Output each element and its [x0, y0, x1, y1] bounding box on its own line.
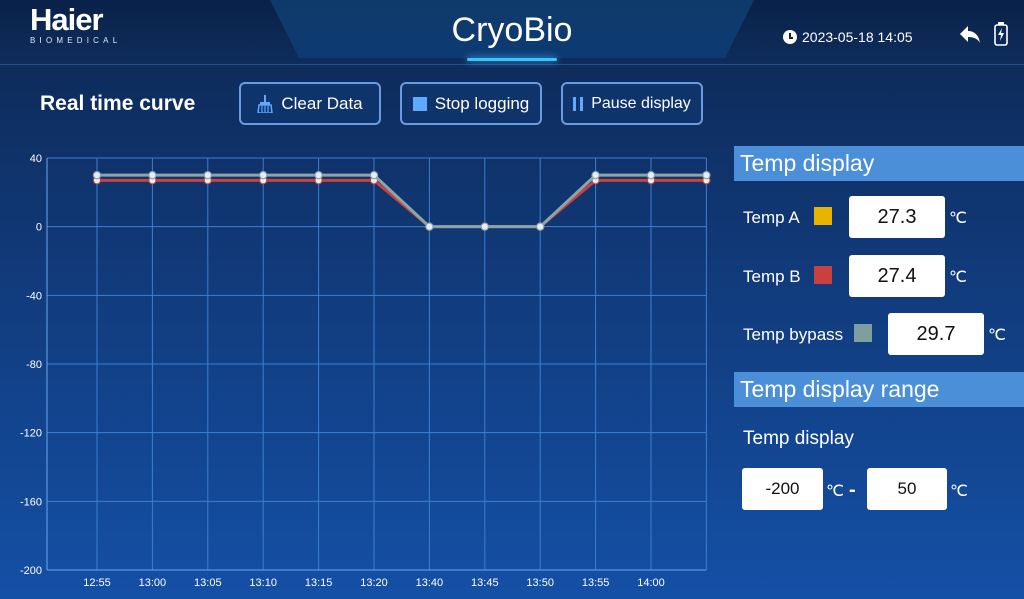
data-point	[259, 170, 268, 180]
range-separator: -	[849, 479, 856, 501]
temp-b-value: 27.4	[849, 255, 945, 297]
temp-display-heading: Temp display	[734, 146, 1024, 181]
datetime-display: 2023-05-18 14:05	[783, 29, 913, 45]
data-point	[314, 170, 323, 180]
battery-icon	[994, 22, 1008, 46]
temp-bypass-unit: ℃	[988, 327, 1006, 344]
temp-a-label: Temp A	[743, 208, 800, 227]
pause-display-label: Pause display	[591, 94, 691, 112]
data-point	[591, 170, 600, 180]
data-point	[702, 170, 711, 180]
x-tick-label: 13:55	[582, 577, 610, 589]
stop-icon	[412, 96, 427, 111]
temp-b-swatch	[814, 266, 832, 284]
temp-bypass-swatch	[854, 324, 872, 342]
clock-icon	[783, 30, 797, 44]
x-tick-label: 13:20	[360, 577, 388, 589]
data-point	[480, 222, 489, 231]
x-tick-label: 14:00	[637, 577, 665, 589]
y-tick-label: -80	[26, 359, 42, 371]
y-tick-label: -160	[20, 496, 42, 508]
data-point	[646, 170, 656, 180]
temp-a-unit: ℃	[949, 210, 967, 227]
range-min-unit: ℃	[826, 483, 844, 500]
x-tick-label: 12:55	[83, 577, 111, 589]
range-max-input[interactable]: 50	[867, 468, 947, 510]
data-point	[203, 170, 212, 180]
x-tick-label: 13:40	[416, 577, 444, 589]
stop-logging-button[interactable]: Stop logging	[400, 82, 542, 125]
y-tick-label: -40	[26, 290, 42, 302]
pause-display-button[interactable]: Pause display	[561, 82, 703, 125]
clear-data-label: Clear Data	[281, 93, 363, 113]
range-min-input[interactable]: -200	[742, 468, 823, 510]
series-line	[97, 173, 707, 229]
temp-a-swatch	[814, 207, 832, 225]
datetime-text: 2023-05-18 14:05	[802, 29, 913, 45]
title-glow	[467, 58, 557, 61]
range-max-unit: ℃	[950, 483, 968, 500]
broom-icon	[257, 94, 274, 113]
real-time-chart: 40 0 -40 -80 -120 -160 -200 12:55 13:00 13:05 13:1…	[20, 153, 711, 589]
temp-b-label: Temp B	[743, 267, 801, 286]
data-point	[536, 222, 545, 231]
y-tick-label: -200	[20, 565, 42, 577]
temp-bypass-value: 29.7	[888, 313, 984, 355]
data-point	[148, 170, 157, 180]
temp-a-value: 27.3	[849, 196, 945, 238]
back-icon[interactable]	[958, 22, 982, 46]
x-tick-label: 13:05	[194, 577, 222, 589]
x-tick-label: 13:15	[305, 577, 333, 589]
data-point	[425, 222, 434, 231]
pause-icon	[573, 96, 584, 111]
data-point	[92, 170, 102, 180]
x-tick-label: 13:45	[471, 577, 499, 589]
range-label: Temp display	[743, 428, 854, 449]
clear-data-button[interactable]: Clear Data	[239, 82, 381, 125]
range-heading: Temp display range	[734, 372, 1024, 407]
x-tick-label: 13:50	[526, 577, 554, 589]
x-tick-label: 13:10	[249, 577, 277, 589]
y-tick-label: 40	[30, 153, 42, 165]
stop-logging-label: Stop logging	[434, 93, 530, 113]
y-tick-label: -120	[20, 428, 42, 440]
x-tick-label: 13:00	[139, 577, 167, 589]
data-point	[369, 170, 379, 180]
y-tick-label: 0	[36, 222, 42, 234]
series-line	[97, 178, 707, 229]
page-title: Real time curve	[40, 92, 196, 115]
temp-bypass-label: Temp bypass	[743, 325, 844, 344]
temp-b-unit: ℃	[949, 269, 967, 286]
